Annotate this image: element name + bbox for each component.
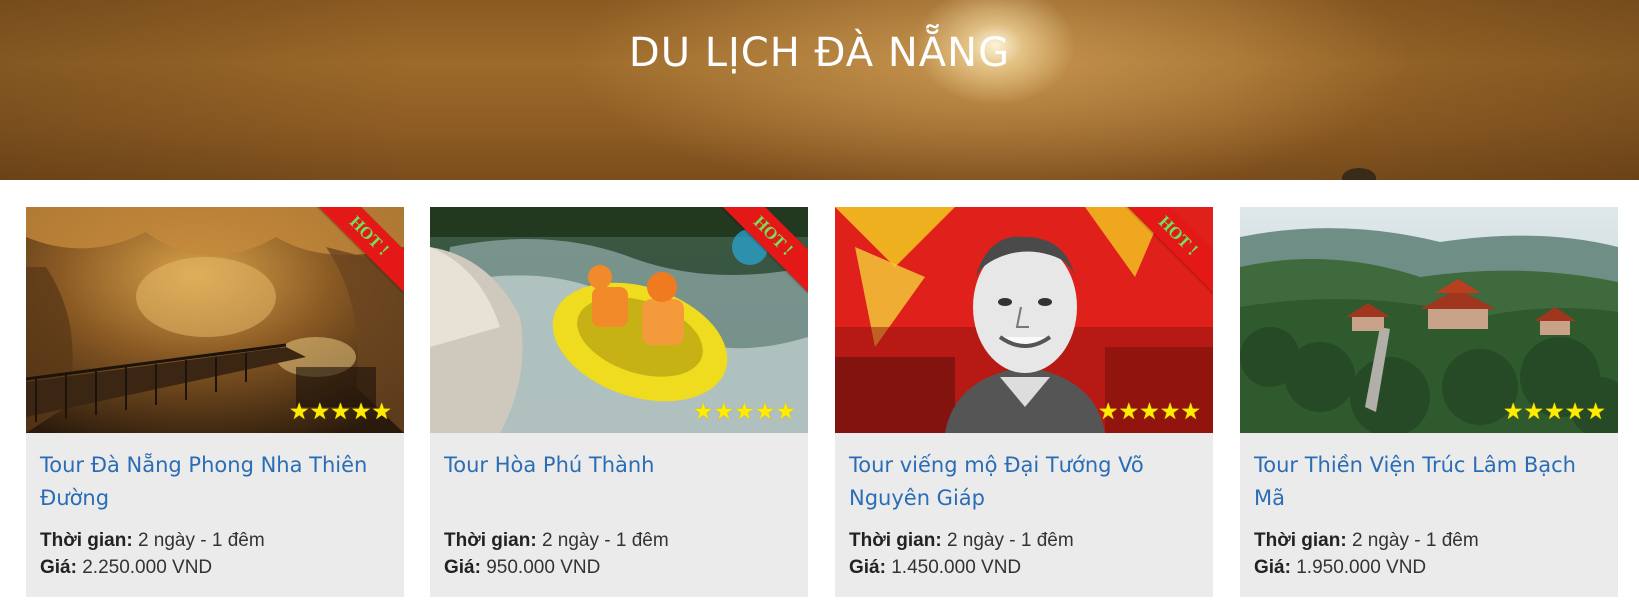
hero-banner: DU LỊCH ĐÀ NẴNG [0,0,1639,180]
tour-card[interactable]: HOT ! ★★★★★ Tour Đà Nẵng Phong Nha Thiên… [26,207,404,597]
price-value: 2.250.000 VND [82,557,213,578]
tour-title-link[interactable]: Tour Thiền Viện Trúc Lâm Bạch Mã [1254,449,1604,515]
tour-card[interactable]: HOT ! ★★★★★ Tour Hòa Phú Thành Thời gian… [430,207,808,597]
tour-duration: Thời gian: 2 ngày - 1 đêm [40,527,390,554]
price-label: Giá: [849,557,886,578]
tour-title-link[interactable]: Tour Đà Nẵng Phong Nha Thiên Đường [40,449,390,515]
tour-duration: Thời gian: 2 ngày - 1 đêm [444,527,794,554]
duration-label: Thời gian: [444,530,537,551]
duration-value: 2 ngày - 1 đêm [946,530,1074,551]
price-value: 1.450.000 VND [891,557,1022,578]
price-label: Giá: [1254,557,1291,578]
tour-image-rafting[interactable]: HOT ! ★★★★★ [430,207,808,433]
tour-title-link[interactable]: Tour viếng mộ Đại Tướng Võ Nguyên Giáp [849,449,1199,515]
duration-value: 2 ngày - 1 đêm [137,530,265,551]
price-value: 950.000 VND [486,557,601,578]
price-value: 1.950.000 VND [1296,557,1427,578]
tour-price: Giá: 1.450.000 VND [849,554,1199,581]
tour-price: Giá: 2.250.000 VND [40,554,390,581]
tour-image-portrait[interactable]: HOT ! ★★★★★ [835,207,1213,433]
duration-value: 2 ngày - 1 đêm [541,530,669,551]
page-title: DU LỊCH ĐÀ NẴNG [628,30,1011,76]
tour-card[interactable]: ★★★★★ Tour Thiền Viện Trúc Lâm Bạch Mã T… [1240,207,1618,597]
rating-stars: ★★★★★ [1097,399,1201,425]
tour-list: HOT ! ★★★★★ Tour Đà Nẵng Phong Nha Thiên… [26,207,1619,597]
tour-price: Giá: 1.950.000 VND [1254,554,1604,581]
tour-card[interactable]: HOT ! ★★★★★ Tour viếng mộ Đại Tướng Võ N… [835,207,1213,597]
price-label: Giá: [444,557,481,578]
rating-stars: ★★★★★ [692,399,796,425]
price-label: Giá: [40,557,77,578]
rating-stars: ★★★★★ [288,399,392,425]
rating-stars: ★★★★★ [1502,399,1606,425]
duration-value: 2 ngày - 1 đêm [1351,530,1479,551]
tour-title-link[interactable]: Tour Hòa Phú Thành [444,449,794,482]
tour-duration: Thời gian: 2 ngày - 1 đêm [1254,527,1604,554]
tour-image-cave[interactable]: HOT ! ★★★★★ [26,207,404,433]
duration-label: Thời gian: [849,530,942,551]
duration-label: Thời gian: [1254,530,1347,551]
tour-price: Giá: 950.000 VND [444,554,794,581]
hero-silhouette [1342,168,1376,180]
tour-image-temple[interactable]: ★★★★★ [1240,207,1618,433]
duration-label: Thời gian: [40,530,133,551]
tour-duration: Thời gian: 2 ngày - 1 đêm [849,527,1199,554]
